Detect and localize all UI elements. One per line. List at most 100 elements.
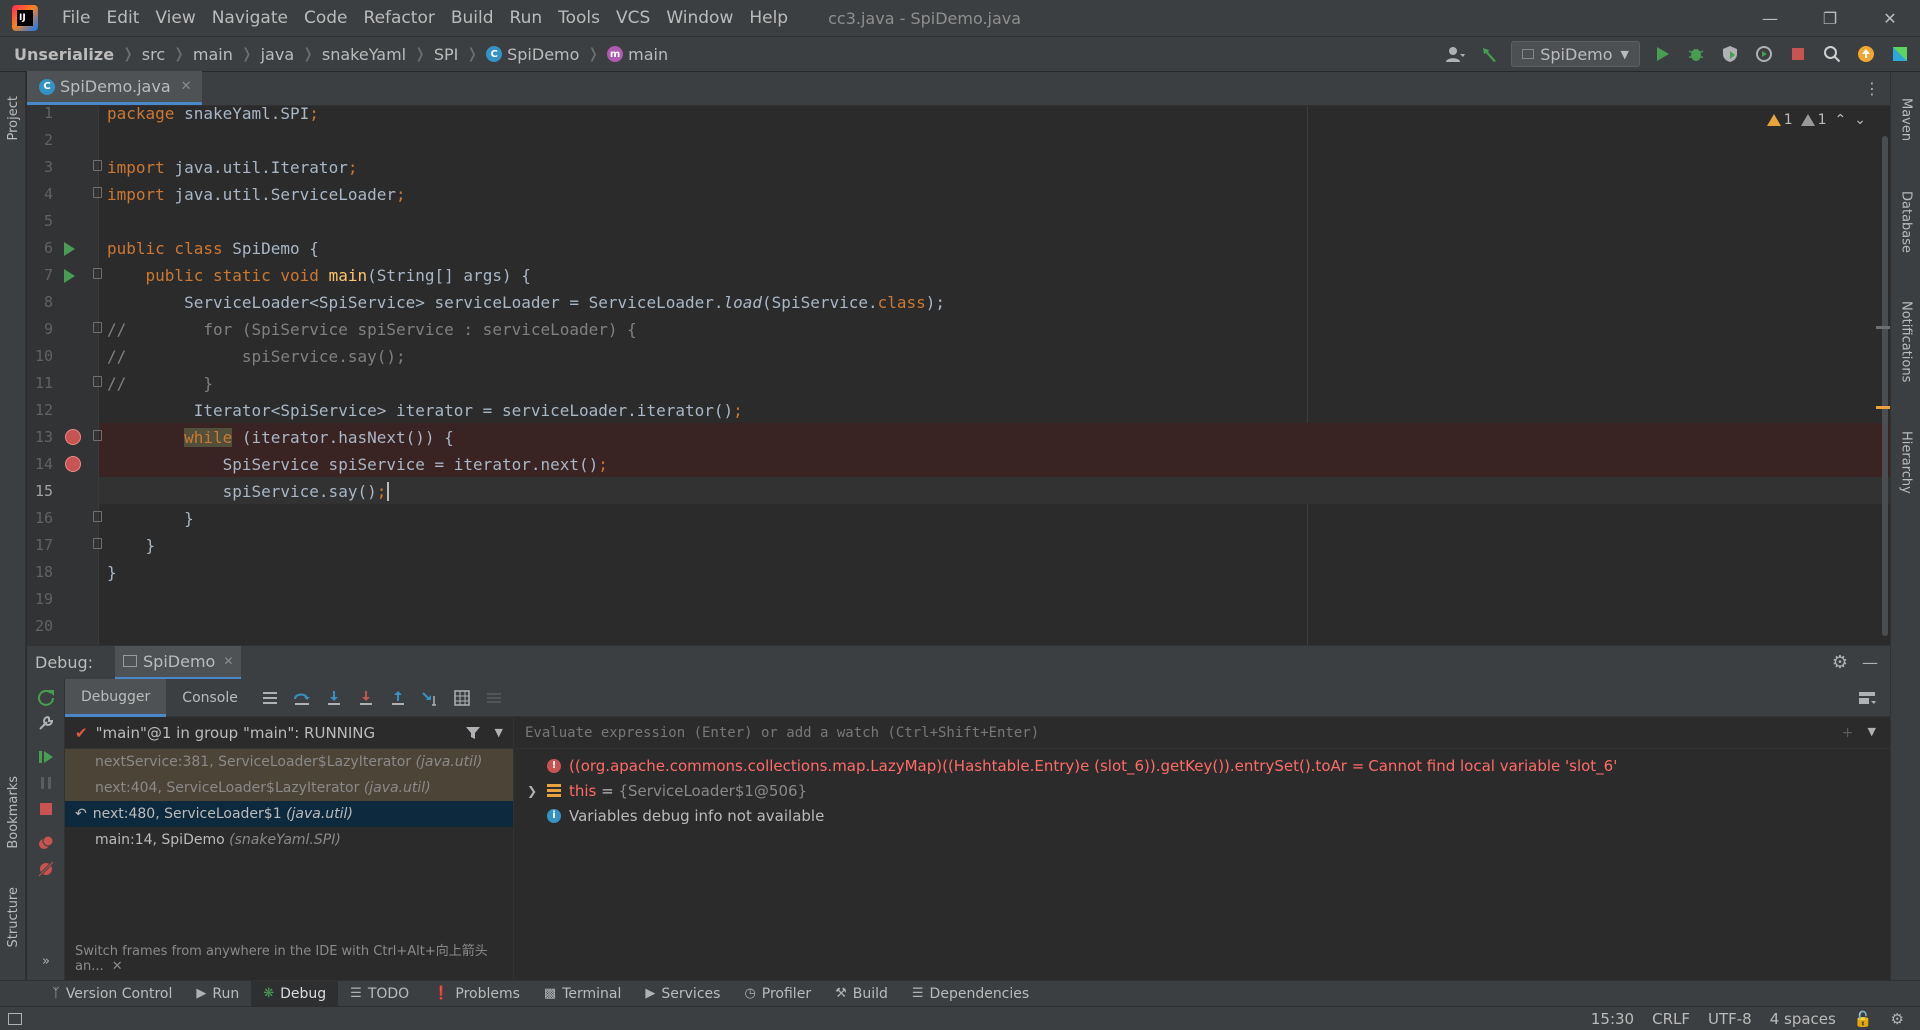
menu-edit[interactable]: Edit [98, 0, 147, 36]
fold-icon[interactable] [93, 430, 102, 441]
chevron-down-icon[interactable]: ▼ [1868, 725, 1876, 741]
profile-icon[interactable] [1752, 42, 1776, 66]
build-hammer-icon[interactable] [1477, 42, 1501, 66]
run-main-gutter-icon[interactable] [64, 269, 75, 283]
code-editor[interactable]: 1 2 3 4 5 6 7 8 9 10 11 12 13 14 15 16 1… [27, 106, 1890, 645]
tool-terminal[interactable]: ▩ Terminal [532, 981, 633, 1007]
breadcrumb-method[interactable]: m main [607, 45, 668, 64]
variable-row-this[interactable]: ❯ this = {ServiceLoader$1@506} [515, 778, 1890, 803]
breakpoint-icon[interactable] [65, 456, 81, 472]
warning-count[interactable]: 1 [1766, 112, 1793, 128]
event-log-icon[interactable]: ⚙ [1891, 1010, 1904, 1028]
structure-tool-tab[interactable]: Structure [0, 872, 26, 962]
editor-scrollbar[interactable] [1876, 136, 1890, 636]
inspection-widget[interactable]: 1 1 ⌃ ⌄ [1766, 112, 1866, 128]
breadcrumb-main-folder[interactable]: main [193, 45, 233, 64]
close-tab-icon[interactable]: ✕ [181, 79, 192, 94]
trace-current-stream-icon[interactable] [478, 679, 510, 717]
stack-frame[interactable]: next:404, ServiceLoader$LazyIterator (ja… [65, 775, 513, 801]
run-configuration-select[interactable]: SpiDemo ▼ [1511, 41, 1640, 67]
close-tab-icon[interactable]: ✕ [223, 654, 233, 668]
scrollbar-thumb[interactable] [1882, 136, 1888, 636]
fold-icon[interactable] [93, 268, 102, 279]
rerun-icon[interactable] [36, 687, 56, 707]
breadcrumb-spi[interactable]: SPI [434, 45, 459, 64]
maven-tool-tab[interactable]: Maven [1891, 80, 1920, 160]
variable-row-error[interactable]: ! ((org.apache.commons.collections.map.L… [515, 753, 1890, 778]
step-into-icon[interactable] [318, 679, 350, 717]
stripe-marker[interactable] [1876, 326, 1890, 329]
tool-services[interactable]: ▶ Services [633, 981, 732, 1007]
menu-code[interactable]: Code [296, 0, 356, 36]
view-breakpoints-icon[interactable] [36, 833, 56, 853]
line-separator[interactable]: CRLF [1652, 1010, 1690, 1028]
jetbrains-toolbox-icon[interactable] [1888, 42, 1912, 66]
menu-help[interactable]: Help [741, 0, 796, 36]
thread-selector[interactable]: ✔ "main"@1 in group "main": RUNNING ▼ [65, 717, 513, 749]
filter-icon[interactable] [465, 725, 481, 741]
tool-profiler[interactable]: ◷ Profiler [732, 981, 823, 1007]
bookmarks-tool-tab[interactable]: Bookmarks [0, 762, 26, 862]
gear-icon[interactable]: ⚙ [1832, 652, 1848, 673]
menu-view[interactable]: View [147, 0, 203, 36]
stop-icon[interactable] [36, 799, 56, 819]
tool-debug[interactable]: ❋ Debug [251, 980, 339, 1007]
fold-icon[interactable] [93, 511, 102, 522]
coverage-icon[interactable] [1718, 42, 1742, 66]
run-class-gutter-icon[interactable] [64, 242, 75, 256]
fold-icon[interactable] [93, 538, 102, 549]
caret-position[interactable]: 15:30 [1591, 1010, 1634, 1028]
stop-icon[interactable] [1786, 42, 1810, 66]
menu-refactor[interactable]: Refactor [356, 0, 443, 36]
warning-stripe-marker[interactable] [1876, 406, 1890, 409]
tab-console[interactable]: Console [166, 679, 254, 717]
indent-setting[interactable]: 4 spaces [1770, 1010, 1836, 1028]
lock-icon[interactable]: 🔓 [1854, 1010, 1873, 1028]
menu-navigate[interactable]: Navigate [204, 0, 296, 36]
close-button[interactable]: ✕ [1860, 0, 1920, 36]
menu-run[interactable]: Run [502, 0, 551, 36]
tool-build[interactable]: ⚒ Build [823, 981, 900, 1007]
run-icon[interactable] [1650, 42, 1674, 66]
hide-icon[interactable]: — [1862, 653, 1878, 672]
layout-settings-icon[interactable] [1858, 690, 1876, 706]
stack-frame[interactable]: main:14, SpiDemo (snakeYaml.SPI) [65, 827, 513, 853]
show-execution-point-icon[interactable] [254, 679, 286, 717]
pause-icon[interactable] [36, 773, 56, 793]
menu-vcs[interactable]: VCS [608, 0, 658, 36]
stack-frame[interactable]: nextService:381, ServiceLoader$LazyItera… [65, 749, 513, 775]
close-icon[interactable]: ✕ [112, 959, 123, 974]
minimize-button[interactable]: — [1740, 0, 1800, 36]
project-tool-tab[interactable]: Project [0, 78, 26, 158]
breadcrumb-class[interactable]: C SpiDemo [486, 45, 579, 64]
database-tool-tab[interactable]: Database [1891, 172, 1920, 272]
restore-button[interactable]: ❐ [1800, 0, 1860, 36]
tool-todo[interactable]: ☰ TODO [338, 981, 421, 1007]
more-actions-icon[interactable]: » [36, 951, 56, 971]
evaluate-expression-input[interactable]: Evaluate expression (Enter) or add a wat… [515, 717, 1890, 749]
breadcrumb-java[interactable]: java [261, 45, 295, 64]
chevron-down-icon[interactable]: ▼ [495, 726, 503, 739]
evaluate-expression-icon[interactable] [446, 679, 478, 717]
tool-problems[interactable]: ❗ Problems [421, 981, 532, 1007]
force-step-into-icon[interactable] [350, 679, 382, 717]
step-over-icon[interactable] [286, 679, 318, 717]
fold-icon[interactable] [93, 187, 102, 198]
search-icon[interactable] [1820, 42, 1844, 66]
breadcrumb-project[interactable]: Unserialize [14, 45, 114, 64]
debug-session-tab[interactable]: SpiDemo ✕ [115, 645, 242, 680]
menu-tools[interactable]: Tools [550, 0, 608, 36]
fold-icon[interactable] [93, 376, 102, 387]
fold-icon[interactable] [93, 322, 102, 333]
chevron-right-icon[interactable]: ❯ [527, 784, 547, 798]
add-watch-icon[interactable]: + [1842, 725, 1854, 741]
hierarchy-tool-tab[interactable]: Hierarchy [1891, 412, 1920, 512]
menu-window[interactable]: Window [658, 0, 741, 36]
stack-frame-selected[interactable]: ↶ next:480, ServiceLoader$1 (java.util) [65, 801, 513, 827]
editor-tab[interactable]: C SpiDemo.java ✕ [27, 71, 202, 105]
user-icon[interactable] [1443, 42, 1467, 66]
breadcrumb-src[interactable]: src [142, 45, 165, 64]
debug-icon[interactable] [1684, 42, 1708, 66]
weak-warning-count[interactable]: 1 [1800, 112, 1827, 128]
run-to-cursor-icon[interactable] [414, 679, 446, 717]
